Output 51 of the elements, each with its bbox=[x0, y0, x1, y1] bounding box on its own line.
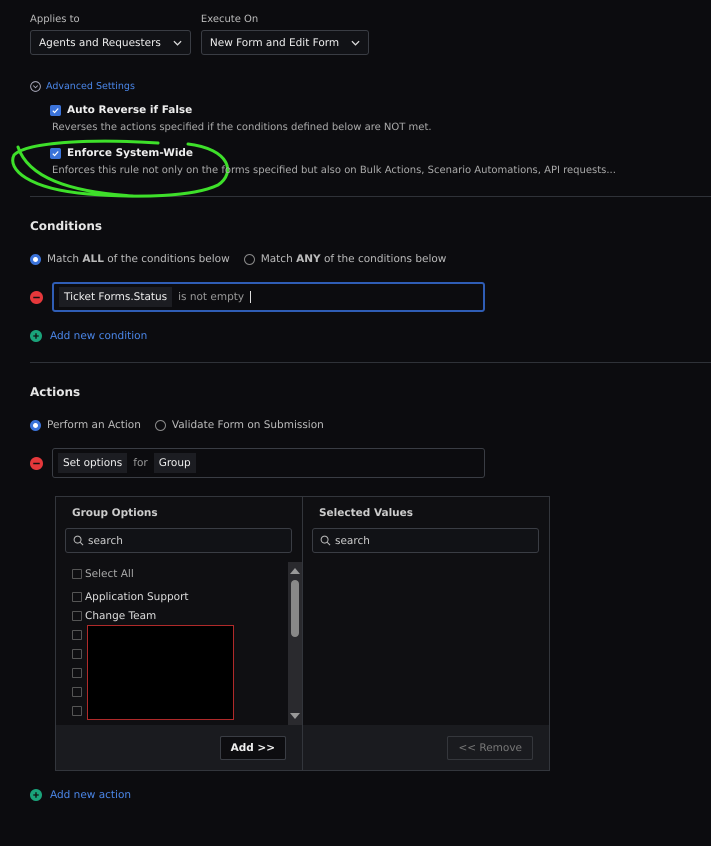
chevron-down-icon bbox=[172, 40, 182, 46]
list-option[interactable]: Select All bbox=[72, 564, 288, 583]
add-condition-link[interactable]: Add new condition bbox=[30, 330, 148, 342]
field-chip: Ticket Forms.Status bbox=[59, 287, 172, 307]
search-icon bbox=[320, 535, 331, 546]
operator-text: is not empty bbox=[178, 291, 244, 303]
search-field[interactable]: search bbox=[65, 528, 292, 553]
radio-option[interactable]: Perform an Action bbox=[30, 419, 141, 431]
scrollbar[interactable] bbox=[288, 562, 302, 725]
panel-title: Group Options bbox=[71, 506, 159, 519]
list-option[interactable]: Change Team bbox=[72, 606, 288, 625]
action-chip: Set options bbox=[58, 453, 128, 473]
search-field[interactable]: search bbox=[312, 528, 539, 553]
target-chip: Group bbox=[154, 453, 196, 473]
section-title: Actions bbox=[30, 385, 82, 399]
plus-circle-icon bbox=[30, 789, 42, 801]
option-label: Enforce System-Wide bbox=[67, 147, 194, 159]
radio-option[interactable]: Match ANY of the conditions below bbox=[244, 253, 446, 265]
remove-icon[interactable] bbox=[30, 456, 43, 470]
chevron-down-icon bbox=[351, 40, 360, 46]
panel-title: Selected Values bbox=[318, 506, 414, 519]
scroll-down-arrow-icon[interactable] bbox=[290, 713, 300, 719]
checkbox[interactable] bbox=[72, 686, 82, 696]
remove-icon[interactable] bbox=[30, 290, 43, 304]
add-action-link[interactable]: Add new action bbox=[30, 789, 132, 801]
radio-option[interactable]: Validate Form on Submission bbox=[154, 419, 324, 431]
radio-option[interactable]: Match ALL of the conditions below bbox=[30, 253, 230, 265]
checkbox[interactable] bbox=[72, 706, 82, 716]
checkbox[interactable] bbox=[72, 630, 82, 640]
checkbox[interactable] bbox=[72, 648, 82, 658]
condition-field[interactable]: Ticket Forms.Status is not empty bbox=[52, 282, 485, 312]
field-label: Execute On bbox=[200, 14, 260, 25]
plus-circle-icon bbox=[30, 330, 42, 342]
list-option[interactable]: Application Support bbox=[72, 587, 288, 606]
option-description: Reverses the actions specified if the conditions defined below are NOT met. bbox=[52, 122, 433, 133]
search-icon bbox=[73, 535, 84, 546]
advanced-settings-toggle[interactable]: Advanced Settings bbox=[30, 81, 135, 92]
connector-text: for bbox=[133, 457, 148, 469]
scrollbar-thumb[interactable] bbox=[291, 580, 299, 637]
option-label: Auto Reverse if False bbox=[67, 104, 192, 116]
scroll-up-arrow-icon[interactable] bbox=[290, 568, 300, 574]
checkbox[interactable] bbox=[72, 668, 82, 678]
action-field[interactable]: Set options for Group bbox=[52, 448, 485, 478]
checkbox[interactable] bbox=[50, 104, 61, 116]
checkbox[interactable] bbox=[50, 148, 61, 158]
chevron-down-circle-icon bbox=[30, 81, 41, 92]
dropdown[interactable]: Agents and Requesters bbox=[30, 30, 191, 55]
section-title: Conditions bbox=[30, 219, 104, 233]
dropdown[interactable]: New Form and Edit Form bbox=[200, 30, 370, 55]
add-button[interactable]: Add >> bbox=[220, 736, 286, 760]
field-label: Applies to bbox=[30, 14, 81, 25]
